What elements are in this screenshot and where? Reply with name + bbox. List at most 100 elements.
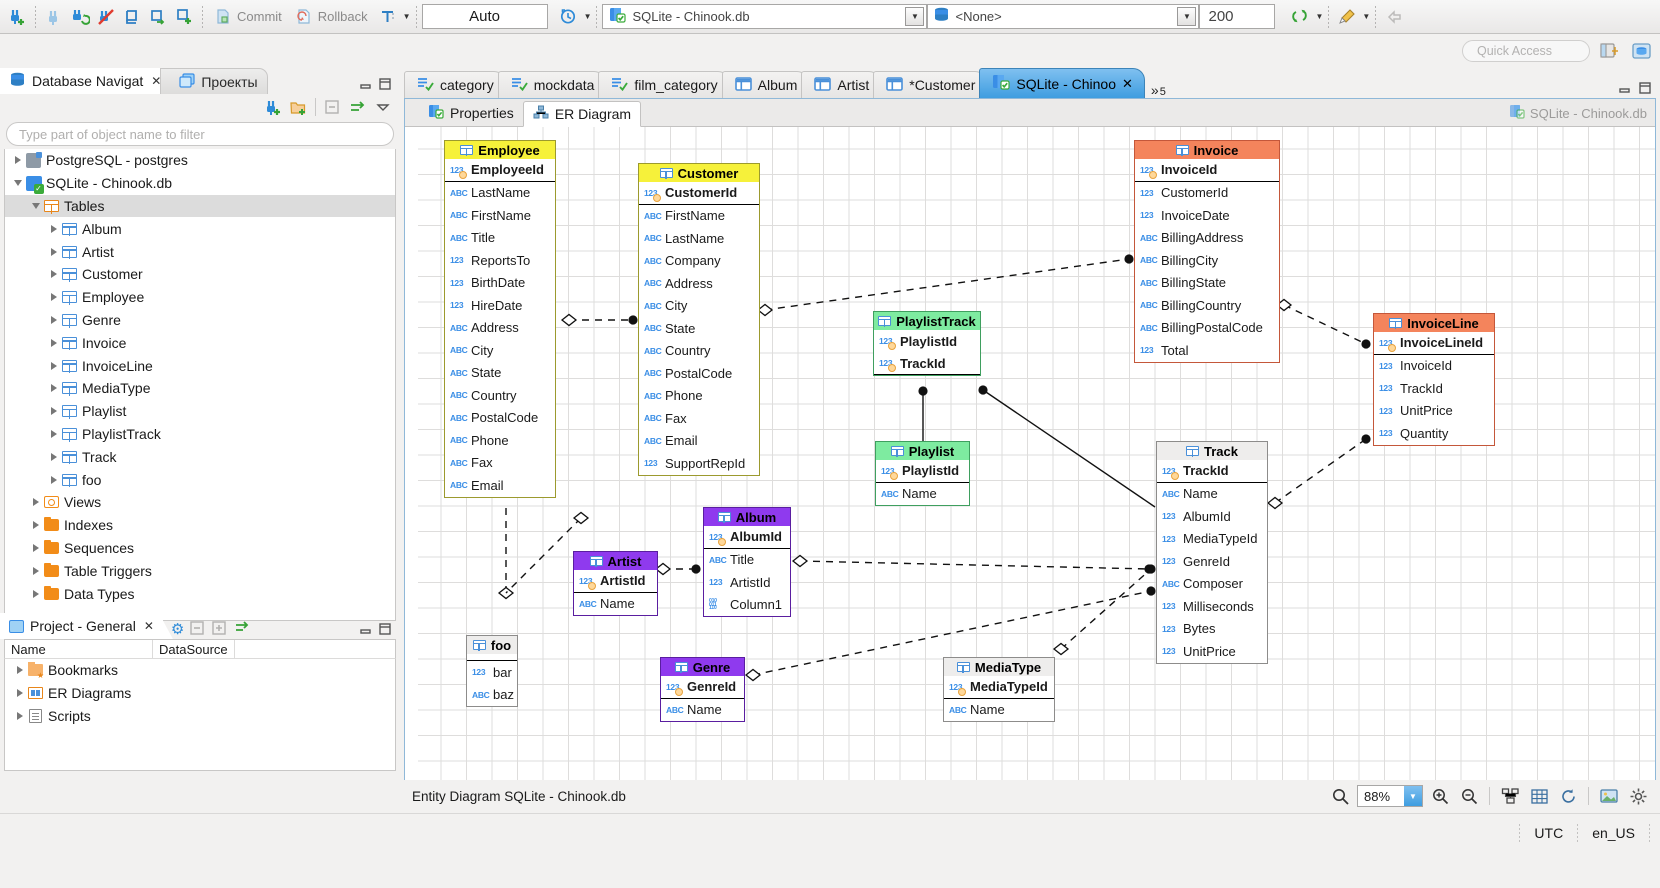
navigator-filter-input[interactable]: Type part of object name to filter (6, 122, 394, 146)
expand-all-icon[interactable] (211, 619, 228, 639)
project-item-scripts[interactable]: Scripts (5, 705, 395, 728)
rollback-button[interactable]: Rollback (289, 4, 375, 30)
er-column-quantity[interactable]: 123 Quantity (1374, 422, 1494, 445)
er-table-header[interactable]: Artist (574, 552, 657, 570)
highlight-caret[interactable]: ▼ (1362, 12, 1370, 21)
er-column-hiredate[interactable]: 123 HireDate (445, 294, 555, 317)
er-column-baz[interactable]: ABC baz (467, 684, 517, 707)
editor-tab-artist[interactable]: Artist (801, 71, 882, 98)
er-table-header[interactable]: Invoice (1135, 141, 1279, 159)
er-column-trackid[interactable]: 123 TrackId (1157, 460, 1267, 483)
chevron-right-icon[interactable] (47, 407, 60, 416)
er-column-fax[interactable]: ABC Fax (445, 452, 555, 475)
refresh-diagram-icon[interactable] (1556, 784, 1580, 808)
gear-icon[interactable]: ⚙ (171, 620, 184, 638)
editor-tabs-overflow[interactable]: » 5 (1143, 71, 1174, 98)
link-editor-icon[interactable] (233, 618, 251, 639)
tree-item-playlist[interactable]: Playlist (5, 400, 395, 423)
editor-tab-category[interactable]: category (404, 71, 506, 98)
er-column-billingpostalcode[interactable]: ABC BillingPostalCode (1135, 317, 1279, 340)
er-column-firstname[interactable]: ABC FirstName (639, 205, 759, 228)
chevron-right-icon[interactable] (47, 224, 60, 233)
transaction-auto-combo[interactable]: Auto (421, 4, 548, 29)
locale-indicator[interactable]: en_US (1578, 825, 1649, 841)
tree-item-customer[interactable]: Customer (5, 263, 395, 286)
er-table-playlisttrack[interactable]: PlaylistTrack 123 PlaylistId 123 TrackId (873, 311, 981, 376)
er-column-lastname[interactable]: ABC LastName (445, 182, 555, 205)
editor-tab-mockdata[interactable]: mockdata (497, 71, 607, 98)
fetch-size-input[interactable]: 200 (1199, 4, 1276, 29)
project-item-er-diagrams[interactable]: ER Diagrams (5, 682, 395, 705)
connection-dropdown-arrow[interactable]: ▼ (905, 7, 925, 26)
chevron-right-icon[interactable] (47, 293, 60, 302)
er-column-total[interactable]: 123 Total (1135, 339, 1279, 362)
sync-navigator-icon[interactable] (1287, 4, 1313, 30)
tree-item-employee[interactable]: Employee (5, 286, 395, 309)
history-caret[interactable]: ▼ (584, 12, 592, 21)
highlight-icon[interactable] (1334, 4, 1360, 30)
zoom-combo[interactable]: 88% ▼ (1357, 785, 1423, 807)
chevron-down-icon[interactable] (29, 202, 42, 209)
er-table-employee[interactable]: Employee 123 EmployeeId ABC LastName ABC First… (444, 140, 556, 498)
tab-project-general[interactable]: Project - General ✕ (0, 613, 163, 639)
chevron-right-icon[interactable] (47, 270, 60, 279)
er-column-supportrepid[interactable]: 123 SupportRepId (639, 452, 759, 475)
er-column-address[interactable]: ABC Address (445, 317, 555, 340)
er-table-invoice[interactable]: Invoice 123 InvoiceId 123 CustomerId 123 Invoi… (1134, 140, 1280, 363)
er-column-invoiceid[interactable]: 123 InvoiceId (1135, 159, 1279, 182)
chevron-right-icon[interactable] (47, 338, 60, 347)
chevron-right-icon[interactable] (47, 452, 60, 461)
history-icon[interactable] (556, 4, 582, 30)
tree-item-data-types[interactable]: Data Types (5, 582, 395, 605)
chevron-right-icon[interactable] (13, 689, 26, 698)
chevron-right-icon[interactable] (47, 361, 60, 370)
er-table-header[interactable]: Album (704, 508, 790, 526)
collapse-all-icon[interactable] (189, 619, 206, 639)
export-image-icon[interactable] (1597, 784, 1621, 808)
zoom-dropdown-arrow[interactable]: ▼ (1404, 786, 1422, 806)
er-column-composer[interactable]: ABC Composer (1157, 573, 1267, 596)
er-column-name[interactable]: ABC Name (1157, 483, 1267, 506)
tree-item-table-triggers[interactable]: Table Triggers (5, 559, 395, 582)
er-column-mediatypeid[interactable]: 123 MediaTypeId (944, 676, 1054, 699)
er-table-header[interactable]: Track (1157, 442, 1267, 460)
search-icon[interactable] (1328, 784, 1352, 808)
editor-tab-film-category[interactable]: film_category (598, 71, 730, 98)
er-column-name[interactable]: ABC Name (944, 699, 1054, 722)
er-table-header[interactable]: PlaylistTrack (874, 312, 980, 330)
er-column-lastname[interactable]: ABC LastName (639, 227, 759, 250)
er-table-track[interactable]: Track 123 TrackId ABC Name 123 AlbumId 123 Media… (1156, 441, 1268, 664)
er-table-invoiceline[interactable]: InvoiceLine 123 InvoiceLineId 123 InvoiceId 1… (1373, 313, 1495, 446)
er-column-address[interactable]: ABC Address (639, 272, 759, 295)
er-column-name[interactable]: ABC Name (574, 593, 657, 616)
tab-er-diagram[interactable]: ER Diagram (522, 101, 642, 127)
er-table-header[interactable]: Customer (639, 164, 759, 182)
tree-item-invoiceline[interactable]: InvoiceLine (5, 354, 395, 377)
chevron-right-icon[interactable] (29, 521, 42, 530)
er-column-customerid[interactable]: 123 CustomerId (639, 182, 759, 205)
er-column-invoicedate[interactable]: 123 InvoiceDate (1135, 204, 1279, 227)
maximize-icon[interactable] (378, 622, 392, 639)
er-column-albumid[interactable]: 123 AlbumId (1157, 505, 1267, 528)
er-table-album[interactable]: Album 123 AlbumId ABC Title 123 ArtistId 010 011… (703, 507, 791, 617)
er-column-artistid[interactable]: 123 ArtistId (704, 571, 790, 594)
chevron-right-icon[interactable] (11, 156, 24, 165)
chevron-right-icon[interactable] (29, 566, 42, 575)
link-editor-icon[interactable] (346, 97, 369, 118)
chevron-right-icon[interactable] (47, 247, 60, 256)
er-column-company[interactable]: ABC Company (639, 250, 759, 273)
editor-tab-customer[interactable]: *Customer (873, 71, 988, 98)
tree-item-sqlite-chinook-db[interactable]: SQLite - Chinook.db (5, 172, 395, 195)
database-perspective-icon[interactable] (1628, 39, 1654, 63)
new-sql-editor-icon[interactable] (171, 4, 197, 30)
schema-dropdown-arrow[interactable]: ▼ (1177, 7, 1197, 26)
er-column-invoicelineid[interactable]: 123 InvoiceLineId (1374, 332, 1494, 355)
er-column-playlistid[interactable]: 123 PlaylistId (874, 330, 980, 353)
back-arrow-icon[interactable] (1381, 4, 1407, 30)
er-column-fax[interactable]: ABC Fax (639, 407, 759, 430)
tree-item-postgresql-postgres[interactable]: PostgreSQL - postgres (5, 149, 395, 172)
tab-database-navigator[interactable]: Database Navigat ✕ (0, 68, 171, 94)
er-column-unitprice[interactable]: 123 UnitPrice (1157, 640, 1267, 663)
er-column-firstname[interactable]: ABC FirstName (445, 204, 555, 227)
er-table-header[interactable]: Playlist (876, 442, 969, 460)
